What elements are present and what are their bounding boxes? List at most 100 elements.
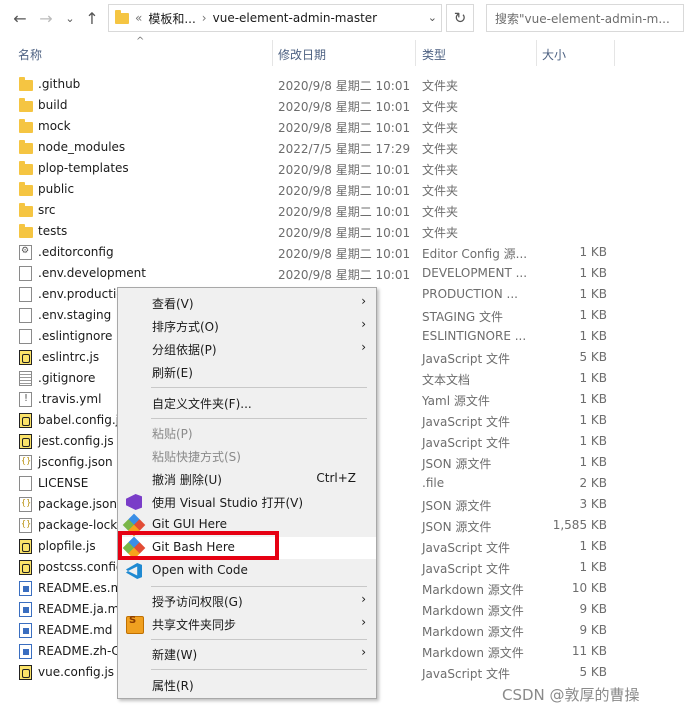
file-row[interactable]: .editorconfig 2020/9/8 星期二 10:01 Editor Co… <box>0 242 689 263</box>
file-type: 文件夹 <box>422 100 459 114</box>
menu-item-view[interactable]: 查看(V) › <box>118 292 376 314</box>
file-name: src <box>38 203 56 217</box>
file-date: 2020/9/8 星期二 10:01 <box>278 79 411 93</box>
file-name: jsconfig.json <box>38 455 113 469</box>
file-row[interactable]: public 2020/9/8 星期二 10:01 文件夹 <box>0 179 689 200</box>
menu-item-customize[interactable]: 自定义文件夹(F)... <box>118 392 376 414</box>
column-divider[interactable] <box>272 40 273 66</box>
column-name[interactable]: 名称 <box>18 46 42 63</box>
file-name: README.es.m <box>38 581 123 595</box>
menu-label: 使用 Visual Studio 打开(V) <box>152 496 304 510</box>
breadcrumb-current[interactable]: vue-element-admin-master <box>213 11 377 25</box>
file-size: 5 KB <box>579 665 607 679</box>
menu-separator <box>151 639 367 640</box>
file-type: 文件夹 <box>422 184 459 198</box>
folder-icon <box>19 161 33 175</box>
file-name: mock <box>38 119 71 133</box>
file-row[interactable]: tests 2020/9/8 星期二 10:01 文件夹 <box>0 221 689 242</box>
file-row[interactable]: mock 2020/9/8 星期二 10:01 文件夹 <box>0 116 689 137</box>
up-arrow-icon[interactable]: ↑ <box>82 8 102 28</box>
menu-item-properties[interactable]: 属性(R) <box>118 674 376 696</box>
file-name: LICENSE <box>38 476 89 490</box>
submenu-arrow-icon: › <box>361 615 366 629</box>
search-input[interactable]: 搜索"vue-element-admin-m... <box>486 4 684 32</box>
menu-separator <box>151 387 367 388</box>
menu-item-paste[interactable]: 粘贴(P) <box>118 422 376 444</box>
js-icon <box>19 413 32 428</box>
file-name: jest.config.js <box>38 434 114 448</box>
file-size: 1 KB <box>579 287 607 301</box>
column-size[interactable]: 大小 <box>542 46 566 63</box>
menu-item-open-visual-studio[interactable]: 使用 Visual Studio 打开(V) <box>118 491 376 513</box>
refresh-button[interactable]: ↻ <box>446 4 474 32</box>
column-date[interactable]: 修改日期 <box>278 46 326 63</box>
folder-icon <box>19 203 33 217</box>
file-type: 文件夹 <box>422 163 459 177</box>
file-name: .env.productio <box>38 287 124 301</box>
file-name: package.json <box>38 497 118 511</box>
file-row[interactable]: build 2020/9/8 星期二 10:01 文件夹 <box>0 95 689 116</box>
breadcrumb-parent[interactable]: 模板和... <box>148 10 195 27</box>
json-icon <box>19 518 32 533</box>
visual-studio-icon <box>126 494 142 510</box>
file-size: 1 KB <box>579 245 607 259</box>
json-icon <box>19 455 32 470</box>
column-header: 名称 修改日期 类型 大小 <box>0 40 689 66</box>
file-row[interactable]: src 2020/9/8 星期二 10:01 文件夹 <box>0 200 689 221</box>
file-name: postcss.config <box>38 560 124 574</box>
menu-item-new[interactable]: 新建(W) › <box>118 643 376 665</box>
js-icon <box>19 665 32 680</box>
file-row[interactable]: plop-templates 2020/9/8 星期二 10:01 文件夹 <box>0 158 689 179</box>
address-dropdown-icon[interactable]: ⌄ <box>428 11 437 24</box>
menu-label: 自定义文件夹(F)... <box>152 397 252 411</box>
file-type: JSON 源文件 <box>422 520 492 534</box>
file-name: tests <box>38 224 68 238</box>
menu-label: 撤消 删除(U) <box>152 473 222 487</box>
breadcrumb-overflow[interactable]: « <box>135 11 142 25</box>
file-name: build <box>38 98 68 112</box>
file-icon <box>19 476 32 491</box>
file-name: .eslintrc.js <box>38 350 100 364</box>
column-type[interactable]: 类型 <box>422 46 446 63</box>
column-divider[interactable] <box>536 40 537 66</box>
menu-item-refresh[interactable]: 刷新(E) <box>118 361 376 383</box>
submenu-arrow-icon: › <box>361 317 366 331</box>
file-name: .env.staging <box>38 308 112 322</box>
file-name: .eslintignore <box>38 329 113 343</box>
file-name: vue.config.js <box>38 665 115 679</box>
menu-item-open-with-code[interactable]: Open with Code <box>118 560 376 582</box>
file-name: plop-templates <box>38 161 129 175</box>
file-name: README.zh-C <box>38 644 120 658</box>
file-size: 1 KB <box>579 371 607 385</box>
file-row[interactable]: .github 2020/9/8 星期二 10:01 文件夹 <box>0 74 689 95</box>
address-bar[interactable]: « 模板和... › vue-element-admin-master ⌄ <box>108 4 442 32</box>
menu-label: Open with Code <box>152 563 248 577</box>
file-type: Yaml 源文件 <box>422 394 490 408</box>
menu-shortcut: Ctrl+Z <box>316 471 356 485</box>
file-size: 10 KB <box>571 581 607 595</box>
file-type: 文件夹 <box>422 79 459 93</box>
forward-icon[interactable]: → <box>36 8 56 28</box>
column-divider[interactable] <box>415 40 416 66</box>
menu-label: Git GUI Here <box>152 517 228 531</box>
column-divider[interactable] <box>614 40 615 66</box>
file-row[interactable]: .env.development 2020/9/8 星期二 10:01 DEVELO… <box>0 263 689 284</box>
file-type: JSON 源文件 <box>422 499 492 513</box>
chevron-down-icon[interactable]: ⌄ <box>60 8 80 28</box>
menu-item-grant-access[interactable]: 授予访问权限(G) › <box>118 590 376 612</box>
menu-item-sort[interactable]: 排序方式(O) › <box>118 315 376 337</box>
menu-label: 共享文件夹同步 <box>152 618 237 632</box>
js-icon <box>19 539 32 554</box>
file-size: 1 KB <box>579 413 607 427</box>
file-type: 文件夹 <box>422 121 459 135</box>
file-size: 11 KB <box>571 644 607 658</box>
menu-separator <box>151 586 367 587</box>
breadcrumb-separator[interactable]: › <box>202 11 207 25</box>
back-icon[interactable]: ← <box>10 8 30 28</box>
menu-item-undo[interactable]: 撤消 删除(U) Ctrl+Z <box>118 468 376 490</box>
file-date: 2020/9/8 星期二 10:01 <box>278 100 411 114</box>
menu-item-share-sync[interactable]: 共享文件夹同步 › <box>118 613 376 635</box>
menu-item-group[interactable]: 分组依据(P) › <box>118 338 376 360</box>
menu-item-paste-shortcut[interactable]: 粘贴快捷方式(S) <box>118 445 376 467</box>
file-row[interactable]: node_modules 2022/7/5 星期二 17:29 文件夹 <box>0 137 689 158</box>
